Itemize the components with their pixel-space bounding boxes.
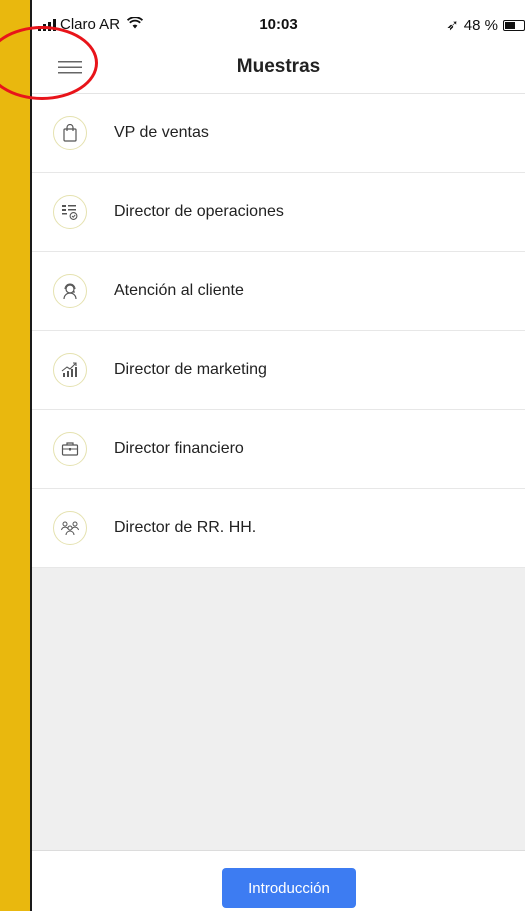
list-item-director-operaciones[interactable]: Director de operaciones	[32, 173, 525, 252]
nav-bar: Muestras	[32, 40, 525, 94]
list-item-label: Director de RR. HH.	[114, 519, 257, 536]
shopping-bag-icon	[53, 116, 87, 150]
checklist-icon	[53, 195, 87, 229]
briefcase-icon	[53, 432, 87, 466]
status-right: ➶ 48 %	[446, 16, 525, 34]
list-item-label: Atención al cliente	[114, 282, 244, 299]
phone-screen: Claro AR 10:03 ➶ 48 % Muestras VP de ven…	[30, 0, 525, 911]
growth-chart-icon	[53, 353, 87, 387]
list-item-director-marketing[interactable]: Director de marketing	[32, 331, 525, 410]
empty-content-area	[32, 568, 525, 850]
battery-percent: 48 %	[463, 16, 498, 34]
status-bar: Claro AR 10:03 ➶ 48 %	[32, 0, 525, 40]
location-arrow-icon: ➶	[446, 17, 459, 34]
battery-icon	[503, 19, 525, 31]
list-item-label: Director de operaciones	[114, 203, 284, 220]
list-item-label: Director financiero	[114, 440, 244, 457]
list-item-vp-ventas[interactable]: VP de ventas	[32, 94, 525, 173]
introduction-button[interactable]: Introducción	[222, 868, 356, 908]
list-item-atencion-cliente[interactable]: Atención al cliente	[32, 252, 525, 331]
list-item-label: Director de marketing	[114, 361, 267, 378]
team-icon	[53, 511, 87, 545]
footer-bar: Introducción	[32, 850, 525, 911]
headset-icon	[53, 274, 87, 308]
list-item-director-financiero[interactable]: Director financiero	[32, 410, 525, 489]
samples-list: VP de ventas Director de operaciones Ate…	[32, 94, 525, 568]
list-item-label: VP de ventas	[114, 124, 209, 141]
list-item-director-rrhh[interactable]: Director de RR. HH.	[32, 489, 525, 568]
page-title: Muestras	[236, 56, 321, 77]
